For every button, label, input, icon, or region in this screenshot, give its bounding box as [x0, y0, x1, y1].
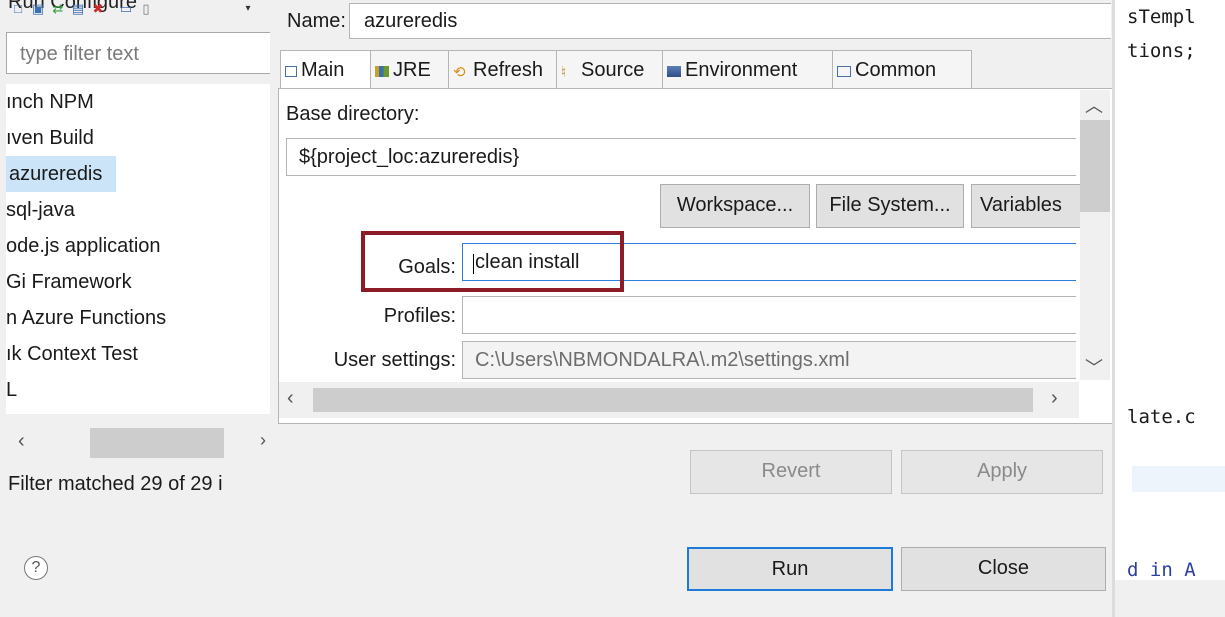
jre-icon	[375, 66, 389, 77]
tree-item-label: ınch NPM	[6, 91, 94, 113]
profiles-input[interactable]	[462, 296, 1076, 334]
tree-item-label: azureredis	[9, 163, 103, 185]
tab-common[interactable]: Common	[832, 50, 972, 89]
launch-config-toolbar: □ ▣ ⇄ ▤ ✖ ▭ ▯ ▾	[0, 0, 270, 24]
panel-vertical-scrollbar[interactable]: ︿ ﹀	[1080, 90, 1110, 380]
tree-item-sql-java[interactable]: sql-java	[6, 192, 270, 228]
scroll-thumb[interactable]	[1080, 120, 1110, 212]
scroll-right-icon[interactable]: ›	[260, 430, 266, 451]
launch-config-tree[interactable]: ınch NPM ıven Build azureredis sql-java …	[6, 84, 270, 414]
code-line: d in A	[1127, 559, 1196, 581]
environment-icon	[667, 66, 681, 77]
chevron-up-icon[interactable]: ︿	[1085, 92, 1103, 118]
tab-refresh[interactable]: ⟲ Refresh	[448, 50, 562, 89]
tree-item-azureredis[interactable]: azureredis	[6, 156, 116, 192]
variables-button[interactable]: Variables	[971, 184, 1081, 228]
base-directory-label: Base directory:	[286, 103, 420, 125]
name-label: Name:	[287, 10, 346, 32]
view-menu-icon[interactable]: ▾	[240, 2, 256, 16]
profiles-label: Profiles:	[383, 305, 456, 327]
filter-status-text: Filter matched 29 of 29 i	[8, 473, 223, 495]
code-line: late.c	[1127, 406, 1196, 428]
tree-item-label: Gi Framework	[6, 271, 132, 293]
base-directory-value: ${project_loc:azureredis}	[299, 146, 520, 168]
tree-item-label: n Azure Functions	[6, 307, 167, 329]
name-value: azureredis	[364, 10, 458, 32]
tree-item-osgi[interactable]: Gi Framework	[6, 264, 270, 300]
scroll-thumb[interactable]	[313, 388, 1033, 412]
tab-label: Refresh	[473, 59, 544, 81]
code-line: sTempl	[1127, 6, 1196, 28]
user-settings-value: C:\Users\NBMONDALRA\.m2\settings.xml	[475, 349, 850, 371]
tab-label: Main	[301, 59, 345, 81]
source-icon: ♮	[561, 64, 567, 81]
chevron-down-icon[interactable]: ﹀	[1085, 354, 1103, 380]
tab-label: Environment	[685, 59, 798, 81]
tab-label: Common	[855, 59, 937, 81]
tree-item-maven-build[interactable]: ıven Build	[6, 120, 270, 156]
user-settings-input[interactable]: C:\Users\NBMONDALRA\.m2\settings.xml	[462, 341, 1076, 379]
tree-item-label: ode.js application	[6, 235, 161, 257]
tab-source[interactable]: ♮ Source	[556, 50, 668, 89]
user-settings-label: User settings:	[333, 349, 456, 371]
refresh-icon: ⟲	[453, 64, 466, 81]
base-directory-input[interactable]: ${project_loc:azureredis}	[286, 138, 1076, 176]
scroll-left-icon[interactable]: ‹	[287, 387, 294, 410]
config-tabs: Main JRE ⟲ Refresh ♮ Source Environment Co…	[280, 50, 975, 90]
code-editor[interactable]	[1115, 0, 1225, 617]
workspace-button[interactable]: Workspace...	[660, 184, 810, 228]
new-prototype-icon[interactable]: ▣	[30, 2, 46, 16]
common-icon	[837, 66, 851, 77]
help-icon[interactable]: ?	[24, 556, 48, 580]
tree-item-label: ık Context Test	[6, 343, 138, 365]
tree-item-label: ıven Build	[6, 127, 94, 149]
tree-item-xsl[interactable]: L	[6, 372, 270, 408]
tree-item-azure-functions[interactable]: n Azure Functions	[6, 300, 270, 336]
scroll-thumb[interactable]	[90, 428, 224, 458]
duplicate-icon[interactable]: ▤	[70, 2, 86, 16]
tree-horizontal-scrollbar[interactable]: ‹ ›	[6, 428, 270, 458]
export-icon[interactable]: ⇄	[50, 2, 66, 16]
tab-label: JRE	[393, 59, 431, 81]
revert-button[interactable]: Revert	[690, 450, 892, 494]
name-input[interactable]: azureredis	[349, 3, 1111, 39]
tab-environment[interactable]: Environment	[662, 50, 838, 89]
tree-item-nodejs[interactable]: ode.js application	[6, 228, 270, 264]
close-button[interactable]: Close	[901, 547, 1106, 591]
tree-item-task-context-test[interactable]: ık Context Test	[6, 336, 270, 372]
new-config-icon[interactable]: □	[10, 2, 26, 16]
scroll-left-icon[interactable]: ‹	[18, 430, 25, 453]
goals-highlight-box	[361, 231, 624, 292]
delete-icon[interactable]: ✖	[90, 2, 106, 16]
scroll-right-icon[interactable]: ›	[1051, 387, 1058, 410]
collapse-all-icon[interactable]: ▭	[118, 2, 134, 16]
tab-main[interactable]: Main	[280, 50, 376, 90]
filter-icon[interactable]: ▯	[138, 2, 154, 16]
tab-label: Source	[581, 59, 645, 81]
tree-item-label: sql-java	[6, 199, 75, 221]
editor-current-line	[1132, 466, 1225, 492]
file-system-button[interactable]: File System...	[816, 184, 964, 228]
code-line: tions;	[1127, 40, 1196, 62]
main-tab-icon	[285, 66, 297, 77]
editor-footer	[1115, 580, 1225, 617]
apply-button[interactable]: Apply	[901, 450, 1103, 494]
tree-item-label: L	[6, 379, 18, 401]
filter-placeholder: type filter text	[20, 43, 139, 65]
filter-input[interactable]: type filter text	[6, 32, 270, 74]
tab-jre[interactable]: JRE	[370, 50, 454, 89]
panel-horizontal-scrollbar[interactable]: ‹ ›	[279, 382, 1079, 418]
run-button[interactable]: Run	[687, 547, 893, 591]
tree-item-npm[interactable]: ınch NPM	[6, 84, 270, 120]
